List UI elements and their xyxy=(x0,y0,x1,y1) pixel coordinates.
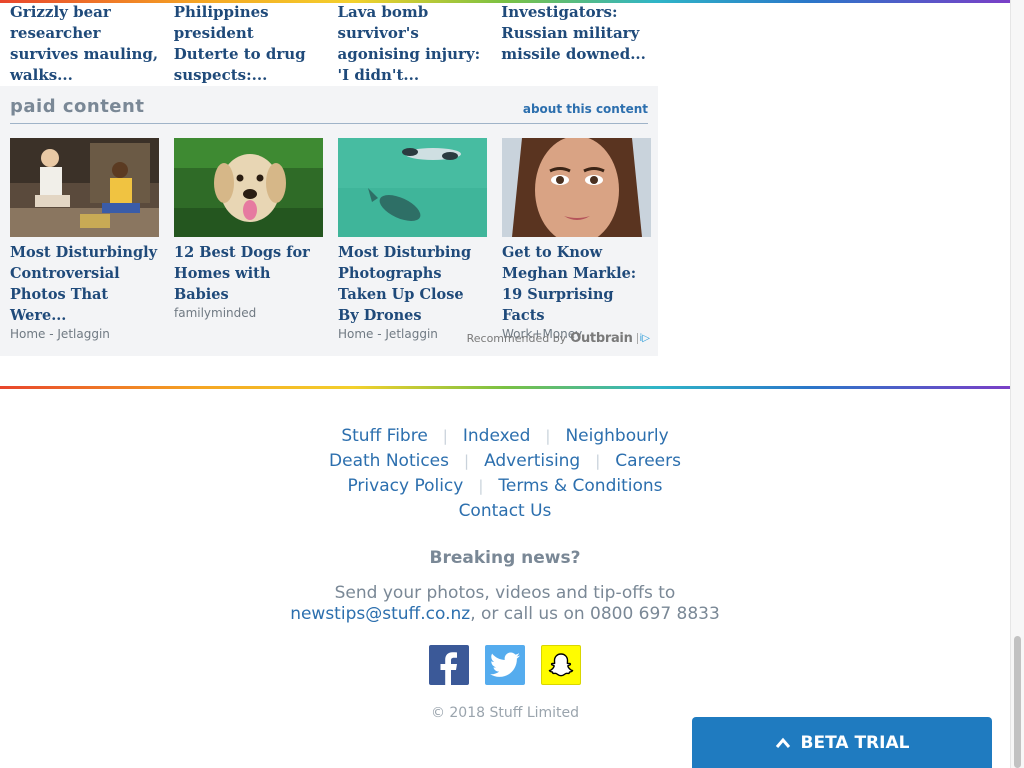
related-news-row: Grizzly bear researcher survives mauling… xyxy=(10,2,650,86)
outbrain-logo: Outbrain xyxy=(570,331,633,346)
scrollbar-thumb[interactable] xyxy=(1014,636,1021,768)
card-source: Home - Jetlaggin xyxy=(338,327,438,341)
footer-rainbow-divider xyxy=(0,386,1010,389)
news-link[interactable]: Grizzly bear researcher survives mauling… xyxy=(10,2,159,86)
ad-info-icon[interactable]: i▷ xyxy=(636,333,650,344)
card-title[interactable]: Most Disturbingly Controversial Photos T… xyxy=(10,242,159,326)
sponsored-card[interactable]: Most Disturbing Photographs Taken Up Clo… xyxy=(338,138,487,341)
link-separator: | xyxy=(545,427,551,445)
tip-off-phone: , or call us on 0800 697 8833 xyxy=(470,604,720,624)
social-links xyxy=(429,645,581,685)
outbrain-attribution[interactable]: Recommended by Outbrain i▷ xyxy=(467,331,650,346)
twitter-icon[interactable] xyxy=(485,645,525,685)
footer-link-careers[interactable]: Careers xyxy=(615,449,681,474)
card-image[interactable] xyxy=(338,138,487,237)
card-title[interactable]: Most Disturbing Photographs Taken Up Clo… xyxy=(338,242,487,326)
news-link[interactable]: Lava bomb survivor's agonising injury: '… xyxy=(338,2,487,86)
tip-off-line: Send your photos, videos and tip-offs to xyxy=(334,583,676,603)
card-title[interactable]: Get to Know Meghan Markle: 19 Surprising… xyxy=(502,242,651,326)
beta-trial-label: BETA TRIAL xyxy=(800,732,910,753)
sponsored-card[interactable]: Get to Know Meghan Markle: 19 Surprising… xyxy=(502,138,651,341)
card-image[interactable] xyxy=(10,138,159,237)
facebook-icon[interactable] xyxy=(429,645,469,685)
footer-link-terms[interactable]: Terms & Conditions xyxy=(498,474,662,499)
card-source: familyminded xyxy=(174,306,257,320)
news-link[interactable]: Philippines president Duterte to drug su… xyxy=(174,2,323,86)
link-separator: | xyxy=(464,452,470,470)
paid-content-title: paid content xyxy=(10,96,145,117)
footer-link-stuff-fibre[interactable]: Stuff Fibre xyxy=(341,424,427,449)
sponsored-card[interactable]: Most Disturbingly Controversial Photos T… xyxy=(10,138,159,341)
footer-link-advertising[interactable]: Advertising xyxy=(484,449,580,474)
link-separator: | xyxy=(478,477,484,495)
sponsored-card[interactable]: 12 Best Dogs for Homes with Babies famil… xyxy=(174,138,323,341)
paid-content-section: paid content about this content Most Dis… xyxy=(0,86,658,356)
footer-link-neighbourly[interactable]: Neighbourly xyxy=(565,424,668,449)
newstips-email-link[interactable]: newstips@stuff.co.nz xyxy=(290,604,470,624)
card-image[interactable] xyxy=(174,138,323,237)
card-title[interactable]: 12 Best Dogs for Homes with Babies xyxy=(174,242,323,305)
news-link[interactable]: Investigators: Russian military missile … xyxy=(501,2,650,86)
recommended-by-label: Recommended by xyxy=(466,332,567,345)
snapchat-icon[interactable] xyxy=(541,645,581,685)
footer-link-privacy-policy[interactable]: Privacy Policy xyxy=(347,474,463,499)
beta-trial-button[interactable]: BETA TRIAL xyxy=(692,717,992,768)
card-source: Home - Jetlaggin xyxy=(10,327,110,341)
scrollbar[interactable] xyxy=(1010,0,1024,768)
breaking-news-heading: Breaking news? xyxy=(429,548,581,568)
footer-link-death-notices[interactable]: Death Notices xyxy=(329,449,449,474)
footer-link-indexed[interactable]: Indexed xyxy=(463,424,531,449)
chevron-up-icon xyxy=(775,737,790,748)
link-separator: | xyxy=(595,452,601,470)
paid-content-header: paid content about this content xyxy=(10,96,648,124)
link-separator: | xyxy=(442,427,448,445)
tip-off-text: Send your photos, videos and tip-offs to… xyxy=(0,583,1010,625)
footer-links: Stuff Fibre | Indexed | Neighbourly Deat… xyxy=(0,424,1010,524)
footer-link-contact-us[interactable]: Contact Us xyxy=(459,499,552,524)
about-this-content-link[interactable]: about this content xyxy=(523,102,648,116)
card-image[interactable] xyxy=(502,138,651,237)
